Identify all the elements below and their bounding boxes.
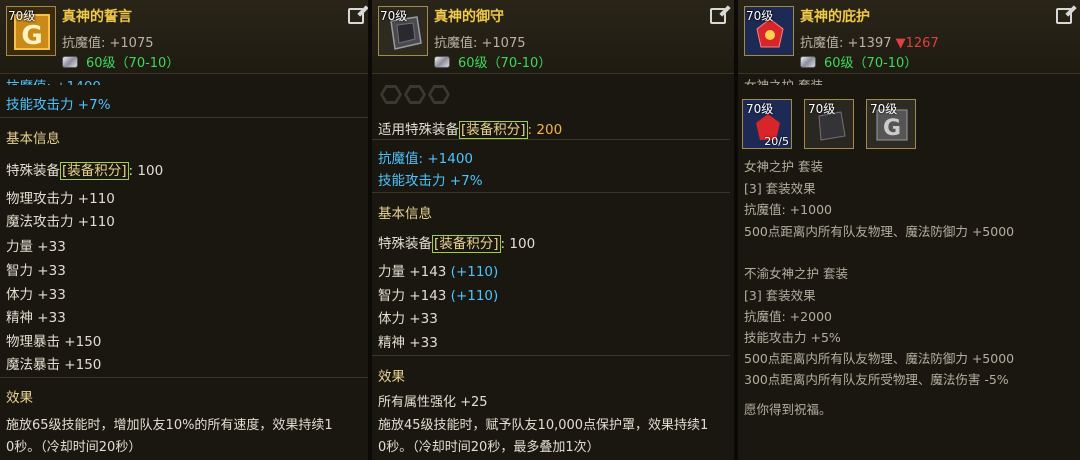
stat-str: 力量 +33 bbox=[6, 239, 66, 255]
resist-value: 抗魔值: +1075 bbox=[62, 36, 154, 51]
set2-defense: 500点距离内所有队友物理、魔法防御力 +5000 bbox=[744, 351, 1015, 366]
socket-hex-icon bbox=[428, 85, 450, 104]
set2-damage: 300点距离内所有队友所受物理、魔法伤害 -5% bbox=[744, 372, 1009, 387]
section-basic-info: 基本信息 bbox=[6, 131, 60, 147]
tooltip-header: 70级 真神的庇护 抗魔值: +1397 ▼1267 60级（70-10） bbox=[738, 0, 1080, 74]
set1-name: 女神之护 套装 bbox=[744, 159, 823, 174]
effect-text-1: 施放65级技能时，增加队友10%的所有速度，效果持续1 bbox=[6, 418, 333, 433]
level-badge: 70级 bbox=[380, 9, 408, 23]
skill-attack: 技能攻击力 +7% bbox=[378, 173, 483, 189]
gem-icon bbox=[434, 56, 450, 68]
set2-resist: 抗魔值: +2000 bbox=[744, 309, 832, 324]
divider bbox=[372, 355, 730, 356]
socket-row bbox=[380, 85, 452, 108]
resist-value: 抗魔值: +1397 ▼1267 bbox=[800, 36, 939, 51]
skill-attack: 技能攻击力 +7% bbox=[6, 97, 111, 113]
apply-special-equip: 适用特殊装备 [装备积分]: 200 bbox=[378, 121, 563, 139]
stat-vit: 体力 +33 bbox=[378, 311, 438, 327]
section-effect: 效果 bbox=[378, 369, 405, 385]
score-tag: [装备积分] bbox=[459, 121, 528, 139]
effect-all-stats: 所有属性强化 +25 bbox=[378, 395, 488, 410]
set1-resist: 抗魔值: +1000 bbox=[744, 202, 832, 217]
tooltip-body: 女神之护 套装 70级 20/5 70级 70级 bbox=[738, 75, 1080, 460]
stat-vit: 体力 +33 bbox=[6, 287, 66, 303]
edit-icon[interactable] bbox=[1056, 8, 1072, 24]
resist-bonus: 抗魔值: +1400 bbox=[378, 151, 474, 167]
divider bbox=[0, 377, 368, 378]
resist-value: 抗魔值: +1075 bbox=[434, 36, 526, 51]
item-icon-shelter: 70级 bbox=[744, 6, 794, 56]
effect-text-2: 0秒。（冷却时间20秒） bbox=[6, 440, 142, 455]
level-range: 60级（70-10） bbox=[434, 52, 551, 71]
stat-int: 智力 +33 bbox=[6, 263, 66, 279]
resist-decrease: ▼1267 bbox=[895, 36, 939, 51]
item-title: 真神的誓言 bbox=[62, 9, 132, 25]
item-title: 真神的庇护 bbox=[800, 9, 870, 25]
stat-mag-crit: 魔法暴击 +150 bbox=[6, 357, 102, 373]
stat-spr: 精神 +33 bbox=[6, 310, 66, 326]
special-equip: 特殊装备 [装备积分]: 100 bbox=[378, 235, 536, 253]
item-tooltip-guard: 70级 真神的御守 抗魔值: +1075 60级（70-10） 适用特殊装备 [装… bbox=[372, 0, 734, 460]
stat-int: 智力 +143 (+110) bbox=[378, 288, 499, 304]
gem-icon bbox=[62, 56, 78, 68]
svg-text:G: G bbox=[21, 21, 42, 51]
item-icon-guard: 70级 bbox=[378, 6, 428, 56]
socket-hex-icon bbox=[404, 85, 426, 104]
edit-icon[interactable] bbox=[348, 8, 364, 24]
divider bbox=[372, 139, 730, 140]
blessing-text: 愿你得到祝福。 bbox=[744, 402, 832, 417]
set1-effect-head: [3] 套装效果 bbox=[744, 181, 816, 196]
item-tooltip-oath: 70级 G 真神的誓言 抗魔值: +1075 60级（70-10） 抗魔值: +… bbox=[0, 0, 372, 460]
item-icon-oath: 70级 G bbox=[6, 6, 56, 56]
set2-skill: 技能攻击力 +5% bbox=[744, 330, 841, 345]
effect-text-2: 0秒。（冷却时间20秒，最多叠加1次） bbox=[378, 440, 600, 455]
item-title: 真神的御守 bbox=[434, 9, 504, 25]
gem-icon bbox=[800, 56, 816, 68]
tooltip-header: 70级 真神的御守 抗魔值: +1075 60级（70-10） bbox=[372, 0, 734, 74]
socket-hex-icon bbox=[380, 85, 402, 104]
stat-str: 力量 +143 (+110) bbox=[378, 264, 499, 280]
section-basic-info: 基本信息 bbox=[378, 206, 432, 222]
divider bbox=[372, 192, 730, 193]
edit-icon[interactable] bbox=[710, 8, 726, 24]
stat-phys-atk: 物理攻击力 +110 bbox=[6, 191, 115, 207]
set-item-slot[interactable]: 70级 G bbox=[866, 99, 916, 149]
set-item-slot[interactable]: 70级 20/5 bbox=[742, 99, 792, 149]
divider bbox=[0, 117, 368, 118]
item-tooltip-shelter: 70级 真神的庇护 抗魔值: +1397 ▼1267 60级（70-10） 女神… bbox=[738, 0, 1080, 460]
set2-effect-head: [3] 套装效果 bbox=[744, 288, 816, 303]
stat-phys-crit: 物理暴击 +150 bbox=[6, 334, 102, 350]
level-range: 60级（70-10） bbox=[62, 52, 179, 71]
score-tag: [装备积分] bbox=[60, 162, 129, 180]
level-badge: 70级 bbox=[8, 9, 36, 23]
set-item-slot[interactable]: 70级 bbox=[804, 99, 854, 149]
cut-off-line: 抗魔值: +1400 bbox=[6, 75, 101, 85]
tooltip-body: 适用特殊装备 [装备积分]: 200 抗魔值: +1400 技能攻击力 +7% 基… bbox=[372, 75, 734, 460]
score-tag: [装备积分] bbox=[432, 235, 501, 253]
svg-text:G: G bbox=[883, 116, 901, 141]
cut-off-line: 女神之护 套装 bbox=[744, 75, 823, 85]
tooltip-body: 抗魔值: +1400 技能攻击力 +7% 基本信息 特殊装备[装备积分]: 10… bbox=[0, 75, 372, 460]
level-badge: 70级 bbox=[746, 9, 774, 23]
special-equip: 特殊装备 [装备积分]: 100 bbox=[6, 162, 164, 180]
stat-mag-atk: 魔法攻击力 +110 bbox=[6, 214, 115, 230]
effect-text-1: 施放45级技能时，赋予队友10,000点保护罩，效果持续1 bbox=[378, 418, 709, 433]
set2-name: 不渝女神之护 套装 bbox=[744, 266, 848, 281]
tooltip-header: 70级 G 真神的誓言 抗魔值: +1075 60级（70-10） bbox=[0, 0, 372, 74]
level-range: 60级（70-10） bbox=[800, 52, 917, 71]
set1-defense: 500点距离内所有队友物理、魔法防御力 +5000 bbox=[744, 224, 1015, 239]
stat-spr: 精神 +33 bbox=[378, 335, 438, 351]
section-effect: 效果 bbox=[6, 390, 33, 406]
